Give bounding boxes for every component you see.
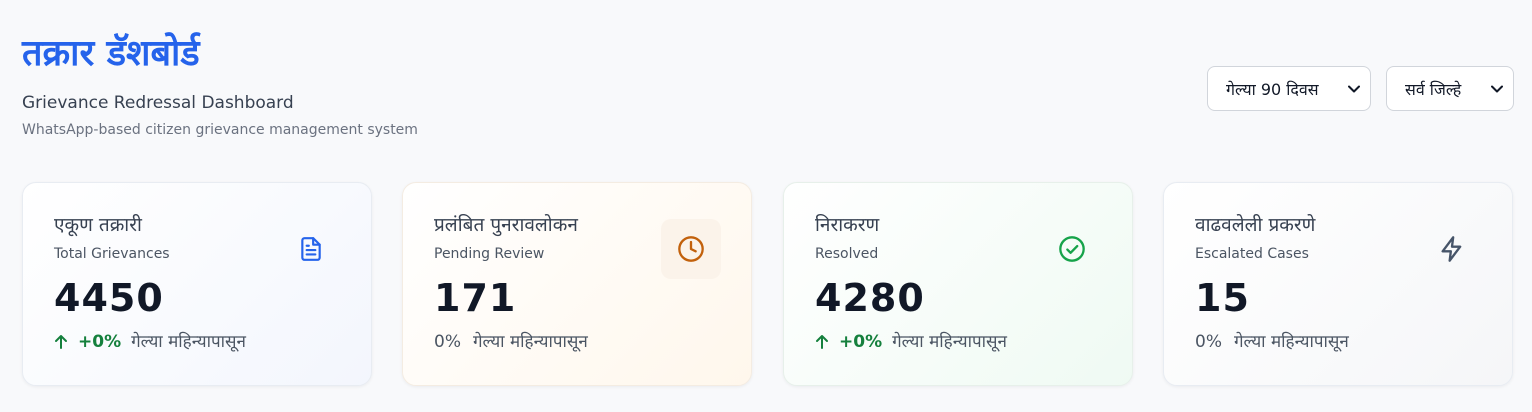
card-label: एकूण तक्रारी <box>54 214 142 236</box>
card-icon <box>281 219 341 279</box>
trend-change: +0% <box>815 331 882 353</box>
arrow-up-icon <box>816 335 828 349</box>
trend-value: 0% <box>1195 332 1222 352</box>
card-label: प्रलंबित पुनरावलोकन <box>434 214 578 236</box>
trend-period: गेल्या महिन्यापासून <box>892 332 1007 352</box>
trend-value: 0% <box>434 332 461 352</box>
card-label: निराकरण <box>815 214 880 236</box>
trend-value: +0% <box>839 332 883 352</box>
card-value: 4450 <box>54 276 164 320</box>
stat-card-pending-review[interactable]: प्रलंबित पुनरावलोकन Pending Review 171 0… <box>402 182 752 386</box>
page-subtitle: Grievance Redressal Dashboard <box>22 93 294 113</box>
stat-card-escalated-cases[interactable]: वाढवलेली प्रकरणे Escalated Cases 15 0% ग… <box>1163 182 1513 386</box>
card-value: 171 <box>434 276 517 320</box>
card-sublabel: Resolved <box>815 246 879 262</box>
dashboard-page: तक्रार डॅशबोर्ड Grievance Redressal Dash… <box>0 0 1532 412</box>
card-trend: 0% गेल्या महिन्यापासून <box>434 331 588 353</box>
card-icon <box>1042 219 1102 279</box>
trend-value: +0% <box>78 332 122 352</box>
card-value: 15 <box>1195 276 1250 320</box>
period-select[interactable]: गेल्या 90 दिवस <box>1207 66 1371 111</box>
card-sublabel: Escalated Cases <box>1195 246 1309 262</box>
page-description: WhatsApp-based citizen grievance managem… <box>22 122 418 138</box>
district-select-value: सर्व जिल्हे <box>1405 79 1462 99</box>
trend-period: गेल्या महिन्यापासून <box>1233 332 1349 352</box>
arrow-up-icon <box>55 335 67 349</box>
stat-card-resolved[interactable]: निराकरण Resolved 4280 +0% गेल्या महिन्या… <box>783 182 1133 386</box>
clock-icon <box>678 236 704 262</box>
lightning-icon <box>1441 236 1462 262</box>
card-icon <box>1422 219 1482 279</box>
card-sublabel: Total Grievances <box>54 246 170 262</box>
card-trend: 0% गेल्या महिन्यापासून <box>1195 331 1349 353</box>
card-icon <box>661 219 721 279</box>
card-trend: +0% गेल्या महिन्यापासून <box>54 331 246 353</box>
document-icon <box>301 237 321 261</box>
card-sublabel: Pending Review <box>434 246 545 262</box>
card-trend: +0% गेल्या महिन्यापासून <box>815 331 1007 353</box>
trend-change: +0% <box>54 331 121 353</box>
trend-period: गेल्या महिन्यापासून <box>131 332 246 352</box>
stat-card-total-grievances[interactable]: एकूण तक्रारी Total Grievances 4450 +0% ग… <box>22 182 372 386</box>
trend-period: गेल्या महिन्यापासून <box>472 332 588 352</box>
district-select[interactable]: सर्व जिल्हे <box>1386 66 1514 111</box>
period-select-value: गेल्या 90 दिवस <box>1226 79 1319 99</box>
card-label: वाढवलेली प्रकरणे <box>1195 214 1316 236</box>
chevron-down-icon <box>1348 85 1360 92</box>
chevron-down-icon <box>1491 85 1503 92</box>
page-title: तक्रार डॅशबोर्ड <box>22 33 200 74</box>
check-circle-icon <box>1059 236 1085 262</box>
card-value: 4280 <box>815 276 925 320</box>
